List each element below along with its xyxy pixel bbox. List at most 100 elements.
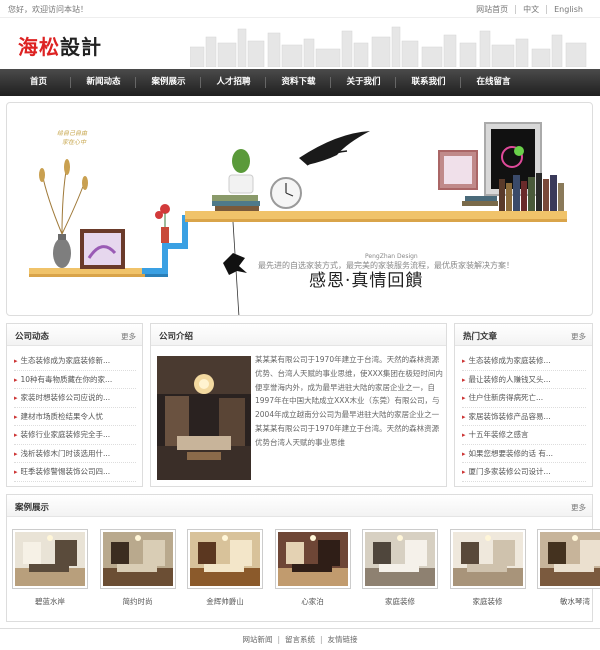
list-item[interactable]: ▸ 家装时想装修公司应说的... bbox=[14, 389, 136, 408]
case-item[interactable]: 简约时尚 bbox=[99, 529, 176, 607]
more-link[interactable]: 更多 bbox=[121, 331, 136, 342]
panel-header: 热门文章 更多 bbox=[455, 324, 592, 346]
bullet-icon: ▸ bbox=[14, 431, 18, 439]
case-item[interactable]: 碧蓝水岸 bbox=[12, 529, 88, 607]
site-logo[interactable]: 海松設計 bbox=[18, 31, 110, 59]
bullet-icon: ▸ bbox=[462, 357, 466, 365]
top-links: 网站首页 中文 English bbox=[469, 4, 590, 15]
list-item-text: 建材市场质检结果令人忧 bbox=[20, 411, 104, 421]
list-item[interactable]: ▸ 建材市场质检结果令人忧 bbox=[14, 408, 136, 426]
case-caption: 家庭装修 bbox=[385, 597, 415, 606]
bullet-icon: ▸ bbox=[14, 357, 18, 365]
bullet-icon: ▸ bbox=[14, 412, 18, 421]
case-thumbnail bbox=[187, 529, 263, 589]
list-item[interactable]: ▸ 生态装修成为家庭装修... bbox=[462, 352, 586, 371]
nav-item-contact[interactable]: 联系我们 bbox=[396, 69, 461, 96]
site-header: 海松設計 bbox=[0, 19, 600, 68]
case-thumbnail bbox=[537, 529, 600, 589]
banner-slogan-english: PengZhan Design bbox=[365, 253, 418, 260]
chinese-link[interactable]: 中文 bbox=[516, 4, 546, 15]
nav-item-about[interactable]: 关于我们 bbox=[331, 69, 396, 96]
panel-title: 案例展示 bbox=[15, 503, 50, 513]
case-photo bbox=[540, 532, 600, 586]
case-photo bbox=[190, 532, 260, 586]
panel-header: 公司介绍 bbox=[151, 324, 446, 346]
list-item[interactable]: ▸ 10种有毒物质藏在你的家... bbox=[14, 371, 136, 389]
list-item[interactable]: ▸ 十五年装修之感言 bbox=[462, 426, 586, 445]
case-caption: 家庭装修 bbox=[472, 597, 503, 606]
list-item-text: 浅析装修木门时该选用什... bbox=[20, 448, 111, 458]
company-intro-panel: 公司介绍 某某某有限公司于1970年建立于台湾。天然的森林资源优势、台湾人天赋的… bbox=[150, 323, 447, 487]
nav-item-home[interactable]: 首页 bbox=[6, 69, 71, 96]
list-item[interactable]: ▸ 家居装饰装修产品容易... bbox=[462, 408, 586, 426]
top-bar: 您好，欢迎访问本站！ 网站首页 中文 English bbox=[0, 0, 600, 18]
nav-item-jobs[interactable]: 人才招聘 bbox=[201, 69, 266, 96]
panel-title: 公司动态 bbox=[15, 332, 50, 342]
case-photo bbox=[15, 532, 85, 586]
bullet-icon: ▸ bbox=[462, 375, 466, 384]
company-news-panel: 公司动态 更多 ▸ 生态装修成为家庭装修新... ▸ 10种有毒物质藏在你的家...… bbox=[6, 323, 143, 487]
list-item-text: 旺季装修警惕装饰公司四... bbox=[20, 467, 111, 476]
news-list: ▸ 生态装修成为家庭装修新... ▸ 10种有毒物质藏在你的家... ▸ 家装时想装修… bbox=[7, 346, 142, 482]
footer-link-friends[interactable]: 友情链接 bbox=[323, 635, 363, 644]
panel-header: 公司动态 更多 bbox=[7, 324, 142, 346]
list-item[interactable]: ▸ 住户住新房得病死亡... bbox=[462, 389, 586, 408]
list-item-text: 住户住新房得病死亡... bbox=[468, 393, 544, 402]
list-item[interactable]: ▸ 最让装修的人赚钱又头... bbox=[462, 371, 586, 389]
more-link[interactable]: 更多 bbox=[571, 502, 586, 513]
footer-link-news[interactable]: 网站新闻 bbox=[237, 635, 277, 644]
list-item-text: 家装时想装修公司应说的... bbox=[20, 393, 111, 402]
case-gallery: 碧蓝水岸 简约时尚 金辉帅爵山 心家泊 家庭装修 家庭装修 敏水琴湾 bbox=[12, 529, 600, 607]
list-item[interactable]: ▸ 厦门多家装修公司设计... bbox=[462, 463, 586, 482]
list-item[interactable]: ▸ 旺季装修警惕装饰公司四... bbox=[14, 463, 136, 482]
case-thumbnail bbox=[12, 529, 88, 589]
nav-item-guestbook[interactable]: 在线留言 bbox=[461, 69, 526, 96]
english-link[interactable]: English bbox=[547, 5, 590, 14]
case-item[interactable]: 敏水琴湾 bbox=[537, 529, 600, 607]
bullet-icon: ▸ bbox=[14, 468, 18, 476]
case-item[interactable]: 家庭装修 bbox=[362, 529, 438, 607]
logo-text-part1: 海松 bbox=[18, 35, 60, 59]
list-item[interactable]: ▸ 装修行业家庭装修完全手... bbox=[14, 426, 136, 445]
home-link[interactable]: 网站首页 bbox=[469, 4, 515, 15]
nav-item-cases[interactable]: 案例展示 bbox=[136, 69, 201, 96]
bullet-icon: ▸ bbox=[14, 394, 18, 402]
hot-articles-list: ▸ 生态装修成为家庭装修... ▸ 最让装修的人赚钱又头... ▸ 住户住新房得病死亡… bbox=[455, 346, 592, 482]
case-thumbnail bbox=[99, 529, 176, 589]
nav-item-news[interactable]: 新闻动态 bbox=[71, 69, 136, 96]
panel-title: 热门文章 bbox=[463, 332, 498, 342]
case-thumbnail bbox=[362, 529, 438, 589]
panel-header: 案例展示 更多 bbox=[7, 495, 592, 517]
case-caption: 敏水琴湾 bbox=[560, 597, 590, 606]
nav-item-downloads[interactable]: 资料下载 bbox=[266, 69, 331, 96]
main-nav: 首页 新闻动态 案例展示 人才招聘 资料下载 关于我们 联系我们 在线留言 bbox=[0, 69, 600, 96]
list-item-text: 最让装修的人赚钱又头... bbox=[468, 374, 551, 384]
banner-tagline: 最先进的自选家装方式，最完美的家装服务流程，最优质家装解决方案！ bbox=[258, 261, 514, 270]
list-item-text: 装修行业家庭装修完全手... bbox=[20, 430, 111, 439]
list-item-text: 如果您想要装修的话 有... bbox=[468, 448, 554, 458]
case-item[interactable]: 家庭装修 bbox=[449, 529, 526, 607]
bullet-icon: ▸ bbox=[462, 468, 466, 476]
banner-small-text-2: 家在心中 bbox=[62, 139, 87, 146]
logo-text-part2: 設計 bbox=[60, 35, 102, 59]
list-item[interactable]: ▸ 如果您想要装修的话 有... bbox=[462, 445, 586, 463]
case-showcase-panel: 案例展示 更多 碧蓝水岸 简约时尚 金辉帅爵山 心家泊 家庭装修 家庭装修 敏水琴湾 bbox=[6, 494, 600, 622]
list-item[interactable]: ▸ 浅析装修木门时该选用什... bbox=[14, 445, 136, 463]
case-caption: 心家泊 bbox=[301, 597, 324, 606]
more-link[interactable]: 更多 bbox=[571, 331, 586, 342]
list-item[interactable]: ▸ 生态装修成为家庭装修新... bbox=[14, 352, 136, 371]
case-item[interactable]: 金辉帅爵山 bbox=[187, 529, 263, 607]
bullet-icon: ▸ bbox=[462, 412, 466, 421]
list-item-text: 10种有毒物质藏在你的家... bbox=[20, 374, 113, 384]
bullet-icon: ▸ bbox=[462, 431, 466, 439]
case-caption: 碧蓝水岸 bbox=[35, 597, 65, 606]
bullet-icon: ▸ bbox=[14, 375, 18, 384]
city-skyline-graphic bbox=[190, 26, 587, 67]
case-thumbnail bbox=[274, 529, 351, 589]
footer-link-guestbook[interactable]: 留言系统 bbox=[280, 635, 320, 644]
hero-banner[interactable]: 给自己自由 家在心中 PengZhan Design 感恩·真情回饋 bbox=[6, 102, 593, 316]
bullet-icon: ▸ bbox=[462, 394, 466, 402]
site-footer: 网站新闻 | 留言系统 | 友情链接 bbox=[0, 628, 600, 650]
case-item[interactable]: 心家泊 bbox=[274, 529, 351, 607]
welcome-text: 您好，欢迎访问本站！ bbox=[8, 5, 88, 14]
